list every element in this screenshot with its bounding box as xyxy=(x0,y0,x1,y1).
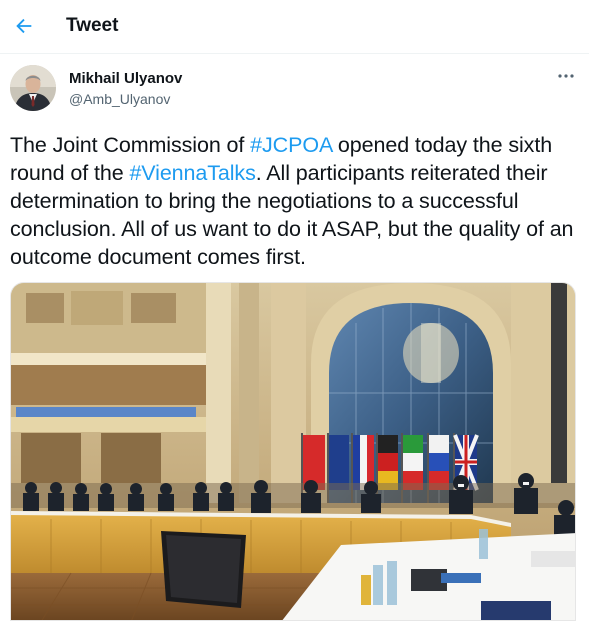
author-name[interactable]: Mikhail Ulyanov xyxy=(69,70,182,87)
more-horizontal-icon xyxy=(558,74,574,78)
conference-room-photo xyxy=(11,283,575,620)
author-handle[interactable]: @Amb_Ulyanov xyxy=(69,91,170,107)
hashtag-link-jcpoa[interactable]: #JCPOA xyxy=(250,133,332,157)
arrow-left-icon xyxy=(16,18,32,34)
tweet-photo[interactable] xyxy=(10,282,576,621)
back-button[interactable] xyxy=(10,12,38,40)
more-button[interactable] xyxy=(555,68,577,84)
page-title: Tweet xyxy=(66,15,119,36)
hashtag-link-viennatalks[interactable]: #ViennaTalks xyxy=(129,161,255,185)
tweet-text: The Joint Commission of #JCPOA opened to… xyxy=(10,131,582,271)
avatar-image xyxy=(10,65,56,111)
tweet-text-segment: The Joint Commission of xyxy=(10,133,251,157)
avatar[interactable] xyxy=(10,65,56,111)
tweet-header: Tweet xyxy=(0,0,589,54)
